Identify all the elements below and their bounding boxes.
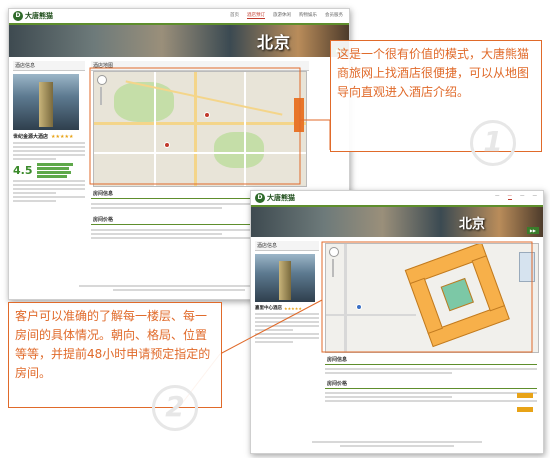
map-pan-icon[interactable] [97, 75, 107, 85]
panda-logo-icon: D [255, 193, 265, 203]
prices-title: 房间价格 [325, 379, 537, 389]
site-header: D 大唐熊猫 首页 酒店预订 旅游休闲 购物娱乐 会员服务 [9, 9, 349, 25]
floorplan-thumbnail[interactable] [519, 252, 535, 282]
map-pan-icon[interactable] [329, 247, 339, 257]
hotel-info-title: 酒店信息 [13, 61, 85, 71]
nav-item-shopping[interactable]: 购物娱乐 [299, 12, 317, 19]
step-number-2: 2 [152, 385, 198, 431]
logo-text: 大唐熊猫 [25, 12, 53, 20]
map-zoom-control[interactable] [329, 247, 339, 277]
hotel-description [255, 313, 319, 343]
hotel-building-image [39, 82, 53, 128]
city-banner: 北京 ▶▶ [9, 25, 349, 57]
map-section: 酒店地图 [91, 61, 309, 71]
site-footer [255, 441, 539, 447]
building-floorplan[interactable] [404, 244, 510, 348]
callout-text-2: 客户可以准确的了解每一楼层、每一房间的具体情况。朝向、格局、位置等等，并提前48… [15, 309, 211, 380]
nav-item[interactable]: — [533, 194, 538, 200]
nav-item-travel[interactable]: 旅游休闲 [273, 12, 291, 19]
book-button[interactable] [517, 407, 533, 412]
zoom-slider[interactable] [100, 87, 102, 105]
zoom-slider[interactable] [332, 259, 334, 277]
hotel-marker-icon[interactable] [204, 112, 210, 118]
panda-logo-icon: D [13, 11, 23, 21]
hotel-contact-lines [13, 180, 85, 202]
rooms-title: 房间信息 [325, 355, 537, 365]
step-number-1: 1 [470, 120, 516, 166]
hotel-info-column: 酒店信息 嘉里中心酒店 ★★★★★ [255, 241, 319, 345]
score-bars [36, 163, 77, 178]
hotel-info-column: 酒店信息 世纪金源大酒店 ★★★★★ 4.5 [13, 61, 85, 204]
screenshot-floorplan-view: D 大唐熊猫 — — — — 北京 ▶▶ 酒店信息 嘉里中心酒店 ★★★★★ 房… [250, 190, 544, 454]
hotel-photo [255, 254, 315, 302]
hotel-score: 4.5 [13, 164, 33, 177]
site-header: D 大唐熊猫 — — — — [251, 191, 543, 207]
site-logo[interactable]: D 大唐熊猫 [255, 193, 295, 203]
hotel-name[interactable]: 嘉里中心酒店 [255, 305, 282, 311]
logo-text: 大唐熊猫 [267, 194, 295, 202]
nav-item[interactable]: — [495, 194, 500, 200]
hotel-building-image [279, 261, 291, 300]
hotel-description [13, 142, 85, 160]
nav-item-member[interactable]: 会员服务 [325, 12, 343, 19]
star-rating-icon: ★★★★★ [51, 133, 74, 140]
location-pin-icon[interactable] [356, 304, 362, 310]
city-banner: 北京 ▶▶ [251, 207, 543, 237]
nav-item-hotel[interactable]: 酒店预订 [247, 12, 265, 19]
nav-item[interactable]: — [507, 194, 512, 200]
banner-city: 北京 [458, 217, 485, 232]
site-logo[interactable]: D 大唐熊猫 [13, 11, 53, 21]
star-rating-icon: ★★★★★ [284, 305, 302, 311]
nav-item-home[interactable]: 首页 [230, 12, 239, 19]
book-button[interactable] [517, 393, 533, 398]
banner-city: 北京 [256, 33, 291, 52]
prices-section: 房间价格 [325, 379, 537, 412]
nav-item[interactable]: — [520, 194, 525, 200]
map-title: 酒店地图 [91, 61, 309, 71]
map-zoom-control[interactable] [97, 75, 107, 105]
hotel-photo [13, 74, 79, 130]
floorplan-map[interactable] [325, 243, 539, 353]
hotel-name[interactable]: 世纪金源大酒店 [13, 133, 48, 140]
callout-text-1: 这是一个很有价值的模式，大唐熊猫商旅网上找酒店很便捷，可以从地图导向直观进入酒店… [337, 47, 530, 99]
rooms-section: 房间信息 [325, 355, 537, 376]
hotel-marker-icon[interactable] [164, 142, 170, 148]
main-nav: 首页 酒店预订 旅游休闲 购物娱乐 会员服务 [230, 12, 343, 19]
map-side-tab[interactable] [294, 98, 304, 132]
hotel-map[interactable] [93, 71, 307, 187]
hotel-info-title: 酒店信息 [255, 241, 319, 251]
banner-button[interactable]: ▶▶ [526, 227, 539, 234]
main-nav: — — — — [495, 194, 537, 200]
